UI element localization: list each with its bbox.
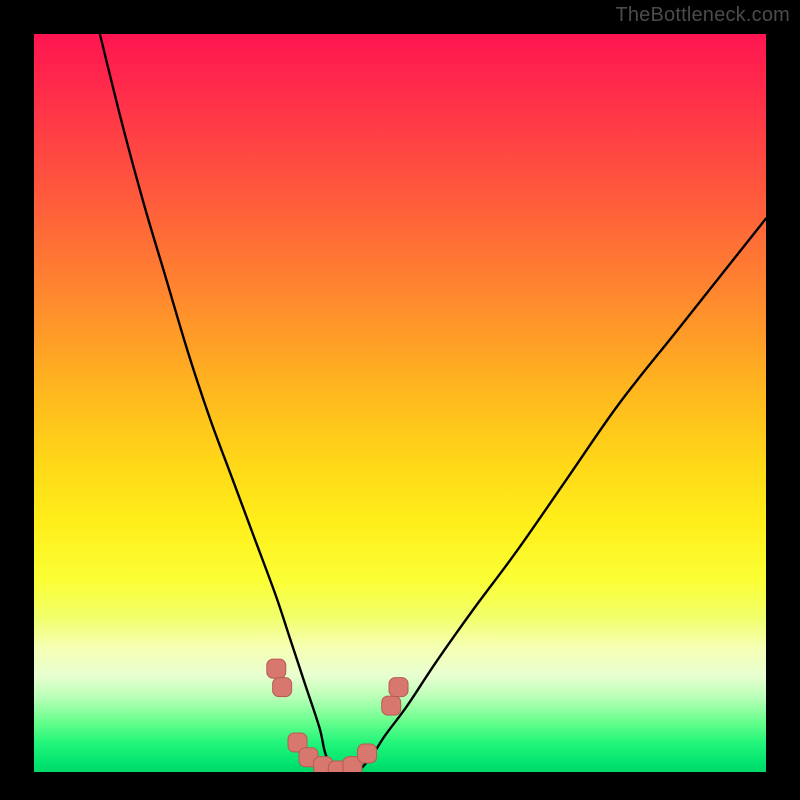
plot-svg xyxy=(34,34,766,772)
data-markers xyxy=(267,659,408,772)
bottleneck-curve xyxy=(100,34,766,772)
watermark-text: TheBottleneck.com xyxy=(615,4,790,27)
data-marker xyxy=(389,678,408,697)
data-marker xyxy=(358,744,377,763)
data-marker xyxy=(382,696,401,715)
data-marker xyxy=(267,659,286,678)
plot-area xyxy=(34,34,766,772)
chart-frame: TheBottleneck.com xyxy=(0,0,800,800)
data-marker xyxy=(273,678,292,697)
